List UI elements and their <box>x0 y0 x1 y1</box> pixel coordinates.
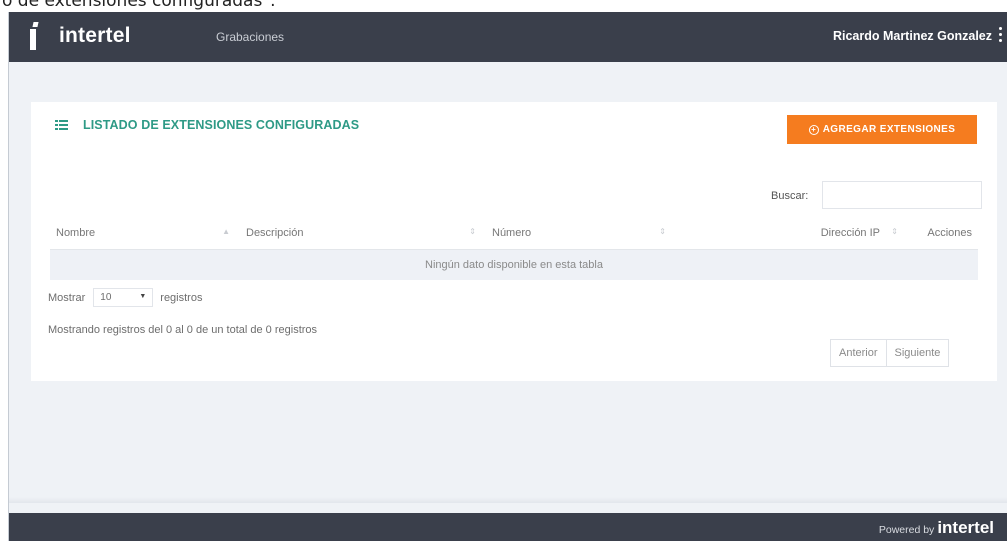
card-title: LISTADO DE EXTENSIONES CONFIGURADAS <box>55 118 359 132</box>
column-header-numero[interactable]: Número ⇕ <box>486 218 676 250</box>
page-length-value: 10 <box>100 292 112 303</box>
page-length-select[interactable]: 10 ▼ <box>93 288 154 307</box>
empty-table-message: Ningún dato disponible en esta tabla <box>50 249 978 280</box>
user-name[interactable]: Ricardo Martinez Gonzalez <box>833 29 992 43</box>
brand-logo[interactable]: intertel <box>59 24 131 48</box>
column-header-acciones: Acciones <box>904 218 978 250</box>
table-row-empty: Ningún dato disponible en esta tabla <box>50 249 978 280</box>
sort-icon: ⇕ <box>891 227 898 236</box>
search-label: Buscar: <box>771 190 809 202</box>
caption-strip: o de extensiones configuradas". <box>0 0 1007 12</box>
footer-brand: intertel <box>937 518 994 537</box>
powered-by: Powered by intertel <box>879 518 994 538</box>
extensions-card: LISTADO DE EXTENSIONES CONFIGURADAS + AG… <box>31 102 997 381</box>
top-navbar: intertel Grabaciones Ricardo Martinez Go… <box>9 12 1007 62</box>
caption-text: o de extensiones configuradas". <box>2 0 276 11</box>
table-info: Mostrando registros del 0 al 0 de un tot… <box>48 324 318 336</box>
powered-by-text: Powered by <box>878 524 935 536</box>
app-window: intertel Grabaciones Ricardo Martinez Go… <box>8 12 1007 541</box>
kebab-menu-icon[interactable] <box>999 27 1003 45</box>
add-extensions-button[interactable]: + AGREGAR EXTENSIONES <box>787 115 977 144</box>
plus-circle-icon: + <box>808 124 819 135</box>
column-header-direccion-ip[interactable]: Dirección IP ⇕ <box>676 218 904 250</box>
sort-icon: ⇕ <box>469 227 476 236</box>
column-header-nombre[interactable]: Nombre ▲ <box>50 218 240 250</box>
table-header-row: Nombre ▲ Descripción ⇕ Número ⇕ Dirección I… <box>50 218 978 250</box>
footer-bar: Powered by intertel <box>9 513 1007 541</box>
card-title-text: LISTADO DE EXTENSIONES CONFIGURADAS <box>83 118 360 132</box>
sort-icon: ⇕ <box>659 227 666 236</box>
nav-link-grabaciones[interactable]: Grabaciones <box>216 30 284 44</box>
column-header-descripcion[interactable]: Descripción ⇕ <box>240 218 486 250</box>
dropdown-arrow-icon: ▼ <box>139 293 147 300</box>
length-suffix: registros <box>160 291 203 304</box>
extensions-table: Nombre ▲ Descripción ⇕ Número ⇕ Dirección I… <box>50 218 978 280</box>
search-input[interactable] <box>822 181 982 209</box>
previous-page-button[interactable]: Anterior <box>830 339 887 367</box>
length-prefix: Mostrar <box>48 291 86 304</box>
page-length-control: Mostrar 10 ▼ registros <box>48 288 202 307</box>
pagination: Anterior Siguiente <box>830 339 950 367</box>
sort-asc-icon: ▲ <box>222 227 230 236</box>
logo-icon <box>30 22 39 50</box>
list-icon <box>55 120 68 130</box>
next-page-button[interactable]: Siguiente <box>886 339 950 367</box>
add-extensions-label: AGREGAR EXTENSIONES <box>822 124 956 135</box>
content-bottom-edge <box>9 497 1007 503</box>
